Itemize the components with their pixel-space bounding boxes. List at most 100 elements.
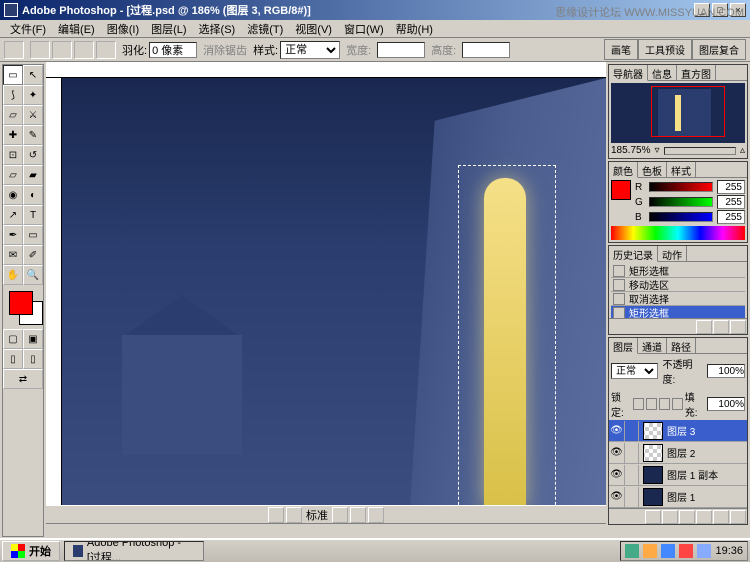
edit-standard-mode[interactable]: ▢ [3, 329, 23, 349]
history-new-button[interactable] [713, 320, 729, 334]
foreground-color[interactable] [9, 291, 33, 315]
tab-color[interactable]: 颜色 [609, 162, 638, 178]
screen-mode-2[interactable]: ▯ [23, 349, 43, 369]
tab-swatches[interactable]: 色板 [638, 162, 667, 177]
tab-history[interactable]: 历史记录 [609, 246, 658, 262]
jump-to-ir[interactable]: ⇄ [3, 369, 43, 389]
eye-icon[interactable]: 👁 [609, 465, 625, 485]
style-dropdown[interactable]: 正常 [280, 41, 340, 59]
crop-tool[interactable]: ▱ [3, 105, 23, 125]
system-tray[interactable]: 19:36 [620, 541, 748, 561]
zoom-slider[interactable] [664, 147, 736, 155]
color-picker[interactable] [7, 289, 39, 325]
layer-new-button[interactable] [713, 510, 729, 524]
feather-input[interactable] [149, 42, 197, 58]
start-button[interactable]: 开始 [2, 541, 60, 561]
layer-item[interactable]: 👁 图层 3 [609, 420, 747, 442]
tab-info[interactable]: 信息 [648, 65, 677, 80]
status-icon-5[interactable] [368, 507, 384, 523]
text-tool[interactable]: T [23, 205, 43, 225]
r-input[interactable] [717, 180, 745, 194]
history-item[interactable]: 矩形选框 [611, 264, 745, 278]
marquee-tool[interactable]: ▭ [3, 65, 23, 85]
tab-histogram[interactable]: 直方图 [677, 65, 716, 80]
spectrum-bar[interactable] [611, 226, 745, 240]
tab-paths[interactable]: 路径 [667, 338, 696, 353]
history-item[interactable]: 取消选择 [611, 292, 745, 306]
opt-tab-layer-comps[interactable]: 图层复合 [692, 39, 746, 60]
dodge-tool[interactable]: ◐ [23, 185, 43, 205]
lock-move-icon[interactable] [659, 398, 670, 410]
menu-select[interactable]: 选择(S) [193, 20, 242, 38]
layer-set-button[interactable] [679, 510, 695, 524]
zoom-out-icon[interactable]: ▿ [654, 145, 659, 156]
status-icon-4[interactable] [350, 507, 366, 523]
g-slider[interactable] [649, 197, 713, 207]
lock-paint-icon[interactable] [646, 398, 657, 410]
eye-icon[interactable]: 👁 [609, 443, 625, 463]
layer-item[interactable]: 👁 图层 1 [609, 486, 747, 508]
opacity-input[interactable] [707, 364, 745, 378]
blend-mode-dropdown[interactable]: 正常 [611, 363, 658, 379]
lock-transparent-icon[interactable] [633, 398, 644, 410]
ruler-vertical[interactable] [46, 78, 62, 505]
tab-layers[interactable]: 图层 [609, 338, 638, 354]
edit-quickmask-mode[interactable]: ▣ [23, 329, 43, 349]
wand-tool[interactable]: ✦ [23, 85, 43, 105]
lock-all-icon[interactable] [672, 398, 683, 410]
slice-tool[interactable]: ⚔ [23, 105, 43, 125]
selection-marquee[interactable] [458, 165, 556, 505]
selection-intersect-icon[interactable] [96, 41, 116, 59]
selection-new-icon[interactable] [30, 41, 50, 59]
history-snapshot-button[interactable] [696, 320, 712, 334]
taskbar-app-button[interactable]: Adobe Photoshop - [过程... [64, 541, 204, 561]
tray-icon[interactable] [679, 544, 693, 558]
layer-item[interactable]: 👁 图层 2 [609, 442, 747, 464]
menu-image[interactable]: 图像(I) [101, 20, 145, 38]
hand-tool[interactable]: ✋ [3, 265, 23, 285]
tool-preset-icon[interactable] [4, 41, 24, 59]
tray-icon[interactable] [661, 544, 675, 558]
fill-input[interactable] [707, 397, 745, 411]
scrollbar-horizontal[interactable] [46, 523, 606, 539]
r-slider[interactable] [649, 182, 713, 192]
clock[interactable]: 19:36 [715, 545, 743, 557]
tray-icon[interactable] [697, 544, 711, 558]
layer-adjust-button[interactable] [696, 510, 712, 524]
layer-trash-button[interactable] [730, 510, 746, 524]
eye-icon[interactable]: 👁 [609, 487, 625, 507]
layer-mask-button[interactable] [662, 510, 678, 524]
tab-navigator[interactable]: 导航器 [609, 65, 648, 81]
screen-mode-1[interactable]: ▯ [3, 349, 23, 369]
menu-help[interactable]: 帮助(H) [390, 20, 439, 38]
layer-thumbnail[interactable] [643, 488, 663, 506]
layer-thumbnail[interactable] [643, 422, 663, 440]
history-trash-button[interactable] [730, 320, 746, 334]
shape-tool[interactable]: ▭ [23, 225, 43, 245]
path-select-tool[interactable]: ↗ [3, 205, 23, 225]
status-icon-1[interactable] [268, 507, 284, 523]
layer-item[interactable]: 👁 图层 1 副本 [609, 464, 747, 486]
layer-name[interactable]: 图层 2 [667, 445, 695, 460]
color-panel-swatch[interactable] [611, 180, 631, 200]
menu-filter[interactable]: 滤镜(T) [241, 20, 289, 38]
ruler-horizontal[interactable] [46, 62, 606, 78]
layer-thumbnail[interactable] [643, 466, 663, 484]
selection-add-icon[interactable] [52, 41, 72, 59]
status-icon-3[interactable] [332, 507, 348, 523]
selection-subtract-icon[interactable] [74, 41, 94, 59]
history-brush-tool[interactable]: ↺ [23, 145, 43, 165]
zoom-in-icon[interactable]: ▵ [740, 145, 745, 156]
notes-tool[interactable]: ✉ [3, 245, 23, 265]
layer-name[interactable]: 图层 1 [667, 489, 695, 504]
menu-edit[interactable]: 编辑(E) [52, 20, 101, 38]
lasso-tool[interactable]: ⟆ [3, 85, 23, 105]
pen-tool[interactable]: ✒ [3, 225, 23, 245]
layer-name[interactable]: 图层 3 [667, 423, 695, 438]
menu-file[interactable]: 文件(F) [4, 20, 52, 38]
layer-thumbnail[interactable] [643, 444, 663, 462]
opt-tab-tool-presets[interactable]: 工具预设 [638, 39, 692, 60]
layer-name[interactable]: 图层 1 副本 [667, 467, 718, 482]
heal-tool[interactable]: ✚ [3, 125, 23, 145]
navigator-preview[interactable] [611, 83, 745, 143]
